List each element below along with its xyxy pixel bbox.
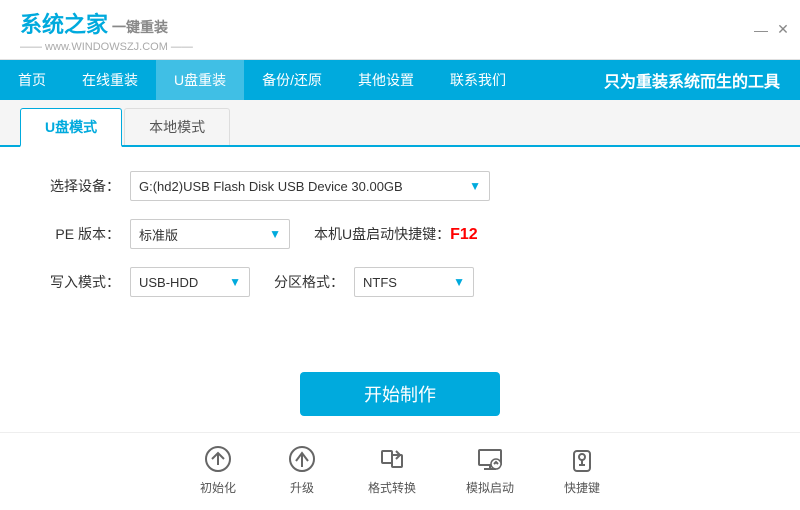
nav-usb[interactable]: U盘重装 — [156, 60, 244, 100]
init-label: 初始化 — [200, 479, 236, 496]
app-title: 系统之家一键重装 — [20, 7, 193, 39]
device-select[interactable]: G:(hd2)USB Flash Disk USB Device 30.00GB… — [130, 171, 490, 201]
close-button[interactable]: ✕ — [776, 23, 790, 37]
write-mode-label: 写入模式： — [40, 272, 120, 292]
title-bar: 系统之家一键重装 —— www.WINDOWSZJ.COM —— — ✕ — [0, 0, 800, 60]
main-content: U盘模式 本地模式 选择设备： G:(hd2)USB Flash Disk US… — [0, 100, 800, 510]
device-label: 选择设备： — [40, 176, 120, 196]
device-arrow-icon: ▼ — [459, 179, 481, 193]
app-name-text: 系统之家 — [20, 12, 108, 37]
start-button[interactable]: 开始制作 — [300, 372, 500, 416]
bottom-upgrade[interactable]: 升级 — [286, 443, 318, 496]
write-mode-select[interactable]: USB-HDD ▼ — [130, 267, 250, 297]
write-mode-row: 写入模式： USB-HDD ▼ 分区格式： NTFS ▼ — [40, 267, 760, 297]
tabs: U盘模式 本地模式 — [0, 100, 800, 147]
device-row: 选择设备： G:(hd2)USB Flash Disk USB Device 3… — [40, 171, 760, 201]
partition-value: NTFS — [363, 275, 397, 290]
pe-value: 标准版 — [139, 225, 178, 244]
nav-home[interactable]: 首页 — [0, 60, 64, 100]
title-left: 系统之家一键重装 —— www.WINDOWSZJ.COM —— — [20, 7, 193, 53]
pe-arrow-icon: ▼ — [259, 227, 281, 241]
simulate-label: 模拟启动 — [466, 479, 514, 496]
format-icon — [376, 443, 408, 475]
nav-backup[interactable]: 备份/还原 — [244, 60, 340, 100]
format-label: 格式转换 — [368, 479, 416, 496]
start-btn-row: 开始制作 — [0, 372, 800, 416]
tab-local-mode[interactable]: 本地模式 — [124, 108, 230, 145]
bottom-simulate[interactable]: 模拟启动 — [466, 443, 514, 496]
bottom-format[interactable]: 格式转换 — [368, 443, 416, 496]
write-mode-value: USB-HDD — [139, 275, 198, 290]
minimize-button[interactable]: — — [754, 23, 768, 37]
partition-arrow-icon: ▼ — [443, 275, 465, 289]
app-suffix-text: 一键重装 — [112, 19, 168, 35]
bottom-shortcut[interactable]: 快捷键 — [564, 443, 600, 496]
shortcut-key: F12 — [450, 226, 478, 243]
pe-select[interactable]: 标准版 ▼ — [130, 219, 290, 249]
title-controls: — ✕ — [754, 23, 790, 37]
app-subtitle: —— www.WINDOWSZJ.COM —— — [20, 41, 193, 53]
nav-bar: 首页 在线重装 U盘重装 备份/还原 其他设置 联系我们 只为重装系统而生的工具 — [0, 60, 800, 100]
device-value: G:(hd2)USB Flash Disk USB Device 30.00GB — [139, 179, 403, 194]
shortcut-icon — [566, 443, 598, 475]
bottom-init[interactable]: 初始化 — [200, 443, 236, 496]
init-icon — [202, 443, 234, 475]
partition-select[interactable]: NTFS ▼ — [354, 267, 474, 297]
partition-label: 分区格式： — [274, 272, 344, 292]
nav-slogan: 只为重装系统而生的工具 — [604, 60, 800, 100]
bottom-icons: 初始化 升级 格式转换 — [0, 432, 800, 510]
shortcut-info: 本机U盘启动快捷键：F12 — [314, 224, 478, 244]
simulate-icon — [474, 443, 506, 475]
form-area: 选择设备： G:(hd2)USB Flash Disk USB Device 3… — [0, 147, 800, 362]
shortcut-label: 快捷键 — [564, 479, 600, 496]
pe-row: PE 版本： 标准版 ▼ 本机U盘启动快捷键：F12 — [40, 219, 760, 249]
nav-contact[interactable]: 联系我们 — [432, 60, 524, 100]
upgrade-icon — [286, 443, 318, 475]
tab-usb-mode[interactable]: U盘模式 — [20, 108, 122, 147]
nav-online[interactable]: 在线重装 — [64, 60, 156, 100]
upgrade-label: 升级 — [290, 479, 314, 496]
shortcut-text: 本机U盘启动快捷键： — [314, 226, 450, 242]
nav-settings[interactable]: 其他设置 — [340, 60, 432, 100]
write-arrow-icon: ▼ — [219, 275, 241, 289]
pe-label: PE 版本： — [40, 224, 120, 244]
